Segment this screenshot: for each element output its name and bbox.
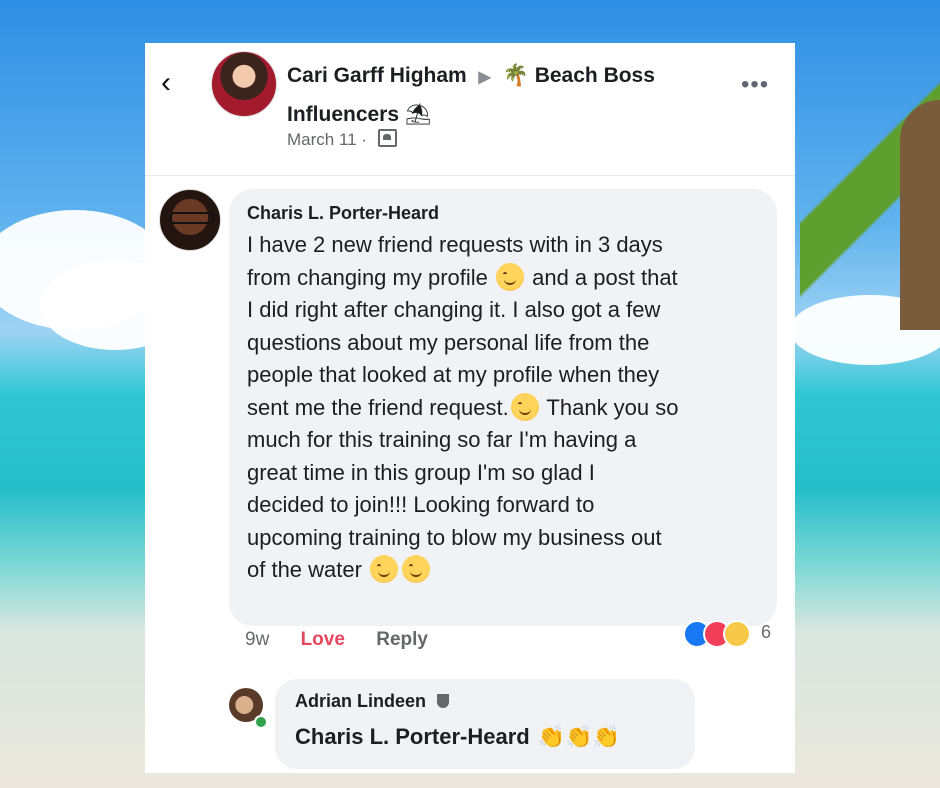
group-privacy-icon <box>377 129 397 147</box>
reply-button[interactable]: Reply <box>376 629 428 650</box>
reply-author[interactable]: Adrian Lindeen <box>295 691 450 712</box>
palm-tree-icon: 🌴 <box>502 63 529 87</box>
author-avatar[interactable] <box>211 51 277 117</box>
reply-bubble: Adrian Lindeen Charis L. Porter-Heard 👏👏… <box>275 679 695 769</box>
wow-icon <box>723 620 751 648</box>
facebook-post-card: ‹ Cari Garff Higham ▶ 🌴 Beach Boss Influ… <box>145 43 795 773</box>
smiling-face-icon <box>496 262 524 291</box>
post-date: March 11 · <box>287 129 397 150</box>
smiling-face-icon <box>370 555 399 583</box>
post-author[interactable]: Cari Garff Higham <box>287 64 467 87</box>
comment-actions: 9w Love Reply <box>245 629 454 651</box>
post-date-text: March 11 · <box>287 130 367 149</box>
mentioned-user[interactable]: Charis L. Porter-Heard <box>295 724 530 749</box>
palm-trunk <box>900 100 940 330</box>
post-header: ‹ Cari Garff Higham ▶ 🌴 Beach Boss Influ… <box>145 43 795 176</box>
beach-umbrella-icon: ⛱ <box>404 102 432 126</box>
reply-author-name[interactable]: Adrian Lindeen <box>295 691 426 711</box>
glasses-icon <box>170 212 214 224</box>
back-button[interactable]: ‹ <box>161 68 185 98</box>
smiling-face-icon <box>510 392 539 421</box>
reaction-count: 6 <box>761 622 772 642</box>
post-title: Cari Garff Higham ▶ 🌴 Beach Boss Influen… <box>287 57 717 133</box>
admin-shield-icon <box>437 694 450 708</box>
comment-time: 9w <box>245 629 270 650</box>
comment-text-part: Thank you so much for this training so f… <box>247 394 679 583</box>
group-arrow-icon: ▶ <box>478 69 491 86</box>
more-options-button[interactable]: ••• <box>741 71 769 99</box>
clapping-hands-icon: 👏👏👏 <box>537 725 621 750</box>
online-status-icon <box>254 715 268 729</box>
comment-text: I have 2 new friend requests with in 3 d… <box>247 229 767 587</box>
commenter-avatar[interactable] <box>159 189 221 251</box>
love-button[interactable]: Love <box>301 629 345 650</box>
smiling-face-icon <box>402 555 431 583</box>
comment-bubble: Charis L. Porter-Heard I have 2 new frie… <box>229 189 777 626</box>
reply-text: Charis L. Porter-Heard 👏👏👏 <box>295 724 620 750</box>
comment-author[interactable]: Charis L. Porter-Heard <box>247 203 439 224</box>
